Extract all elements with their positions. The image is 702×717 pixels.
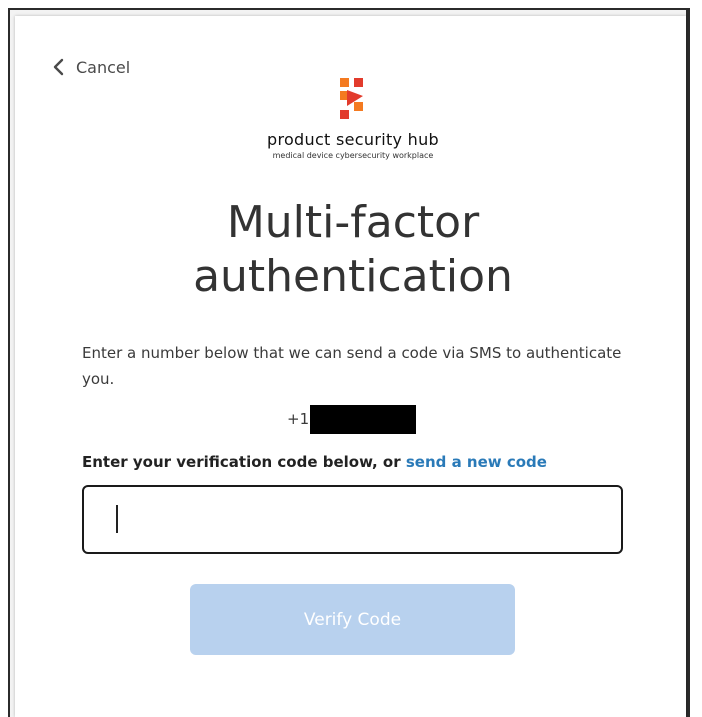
instructions-text: Enter a number below that we can send a … [82, 344, 622, 388]
chevron-left-icon [52, 58, 66, 76]
cancel-label: Cancel [76, 57, 131, 77]
product-security-hub-logo [338, 78, 368, 122]
verification-code-label-text: Enter your verification code below, or [82, 453, 406, 471]
send-new-code-link[interactable]: send a new code [406, 453, 547, 471]
brand-name: product security hub [266, 130, 440, 149]
page-title-line-1: Multi-factor [226, 197, 480, 248]
verification-code-label: Enter your verification code below, or s… [82, 453, 547, 471]
verify-code-button[interactable]: Verify Code [190, 584, 515, 655]
phone-prefix: +1 [287, 410, 310, 428]
page-title-line-2: authentication [193, 251, 513, 302]
cancel-button[interactable]: Cancel [52, 56, 130, 78]
page-title: Multi-factor authentication [60, 196, 646, 304]
redacted-phone-digits [310, 404, 417, 434]
text-cursor [116, 505, 118, 533]
phone-number: +1 [287, 404, 417, 434]
brand-tagline: medical device cybersecurity workplace [272, 151, 434, 160]
verification-code-input[interactable] [82, 485, 623, 554]
